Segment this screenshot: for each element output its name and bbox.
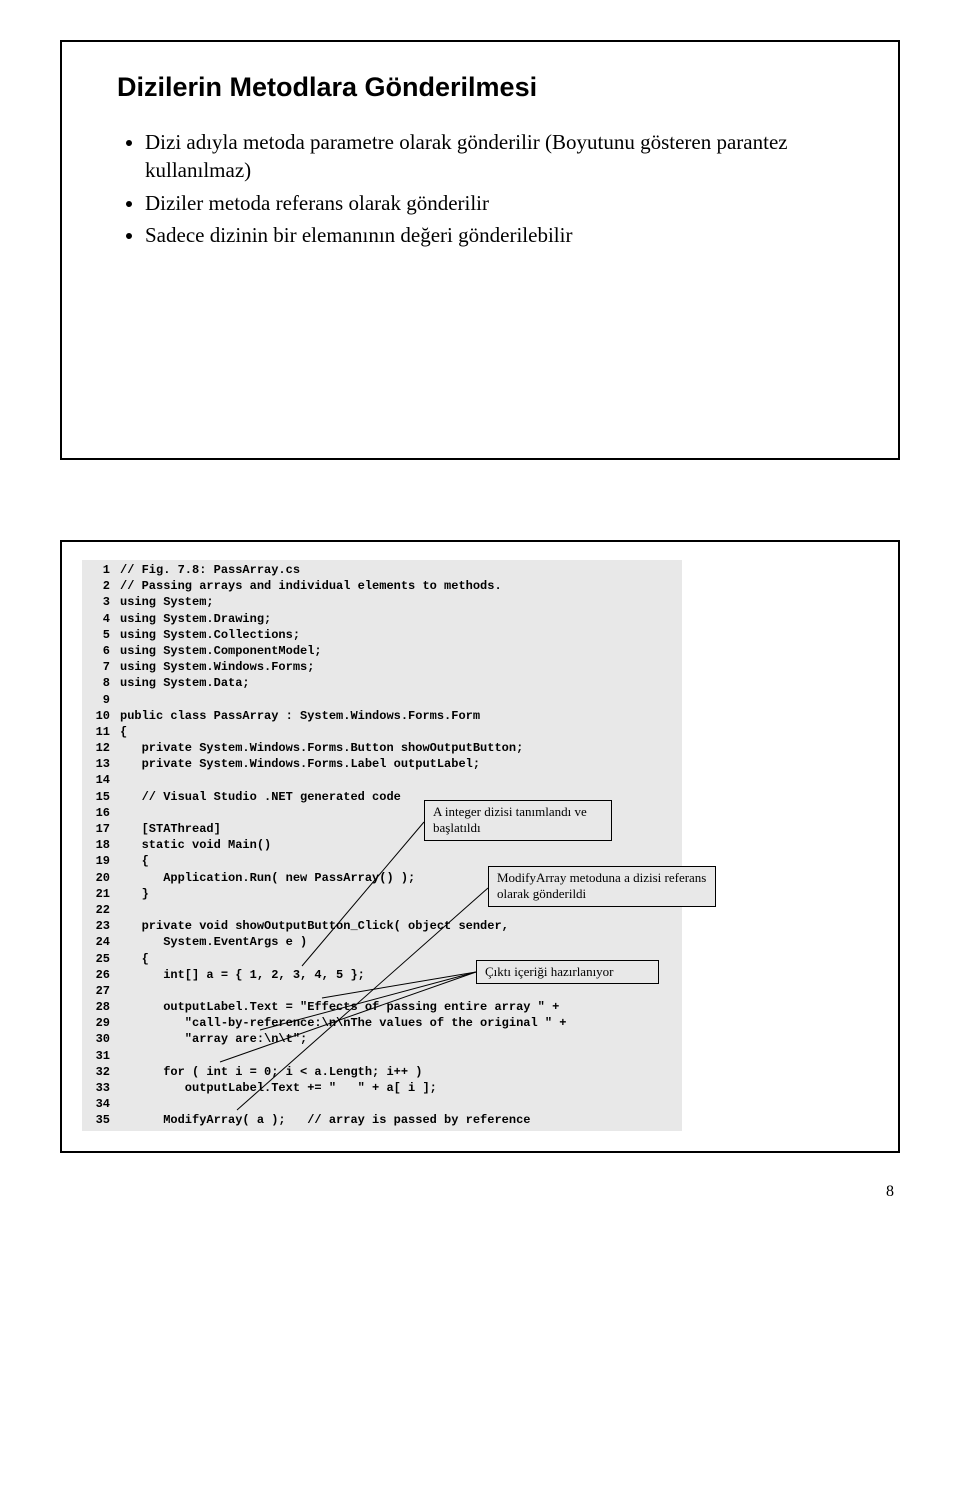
- slide-title: Dizilerin Metodlara Gönderilmesi: [117, 72, 863, 103]
- slide-container: Dizilerin Metodlara Gönderilmesi Dizi ad…: [60, 40, 900, 460]
- code-line: 24 System.EventArgs e ): [86, 934, 678, 950]
- code-line: 32 for ( int i = 0; i < a.Length; i++ ): [86, 1064, 678, 1080]
- page-number: 8: [60, 1183, 900, 1201]
- code-line: 30 "array are:\n\t";: [86, 1031, 678, 1047]
- code-line: 13 private System.Windows.Forms.Label ou…: [86, 756, 678, 772]
- callout-array-declared: A integer dizisi tanımlandı ve başlatıld…: [424, 800, 612, 841]
- code-line: 23 private void showOutputButton_Click( …: [86, 918, 678, 934]
- code-line: 12 private System.Windows.Forms.Button s…: [86, 740, 678, 756]
- slide-bullet-list: Dizi adıyla metoda parametre olarak gönd…: [117, 128, 863, 249]
- code-line: 2// Passing arrays and individual elemen…: [86, 578, 678, 594]
- code-line: 11{: [86, 724, 678, 740]
- callout-modifyarray-reference: ModifyArray metoduna a dizisi referans o…: [488, 866, 716, 907]
- code-line: 5using System.Collections;: [86, 627, 678, 643]
- code-line: 14: [86, 772, 678, 788]
- code-line: 28 outputLabel.Text = "Effects of passin…: [86, 999, 678, 1015]
- code-listing-container: 1// Fig. 7.8: PassArray.cs2// Passing ar…: [60, 540, 900, 1153]
- code-line: 7using System.Windows.Forms;: [86, 659, 678, 675]
- code-line: 29 "call-by-reference:\n\nThe values of …: [86, 1015, 678, 1031]
- code-line: 6using System.ComponentModel;: [86, 643, 678, 659]
- code-line: 33 outputLabel.Text += " " + a[ i ];: [86, 1080, 678, 1096]
- code-line: 35 ModifyArray( a ); // array is passed …: [86, 1112, 678, 1128]
- code-background: 1// Fig. 7.8: PassArray.cs2// Passing ar…: [82, 560, 682, 1131]
- code-line: 27: [86, 983, 678, 999]
- code-line: 8using System.Data;: [86, 675, 678, 691]
- bullet-item: Dizi adıyla metoda parametre olarak gönd…: [145, 128, 863, 185]
- code-line: 9: [86, 692, 678, 708]
- code-line: 34: [86, 1096, 678, 1112]
- code-line: 3using System;: [86, 594, 678, 610]
- code-line: 10public class PassArray : System.Window…: [86, 708, 678, 724]
- code-line: 1// Fig. 7.8: PassArray.cs: [86, 562, 678, 578]
- code-line: 31: [86, 1048, 678, 1064]
- callout-output-prepared: Çıktı içeriği hazırlanıyor: [476, 960, 659, 984]
- bullet-item: Diziler metoda referans olarak gönderili…: [145, 189, 863, 217]
- bullet-item: Sadece dizinin bir elemanının değeri gön…: [145, 221, 863, 249]
- code-line: 4using System.Drawing;: [86, 611, 678, 627]
